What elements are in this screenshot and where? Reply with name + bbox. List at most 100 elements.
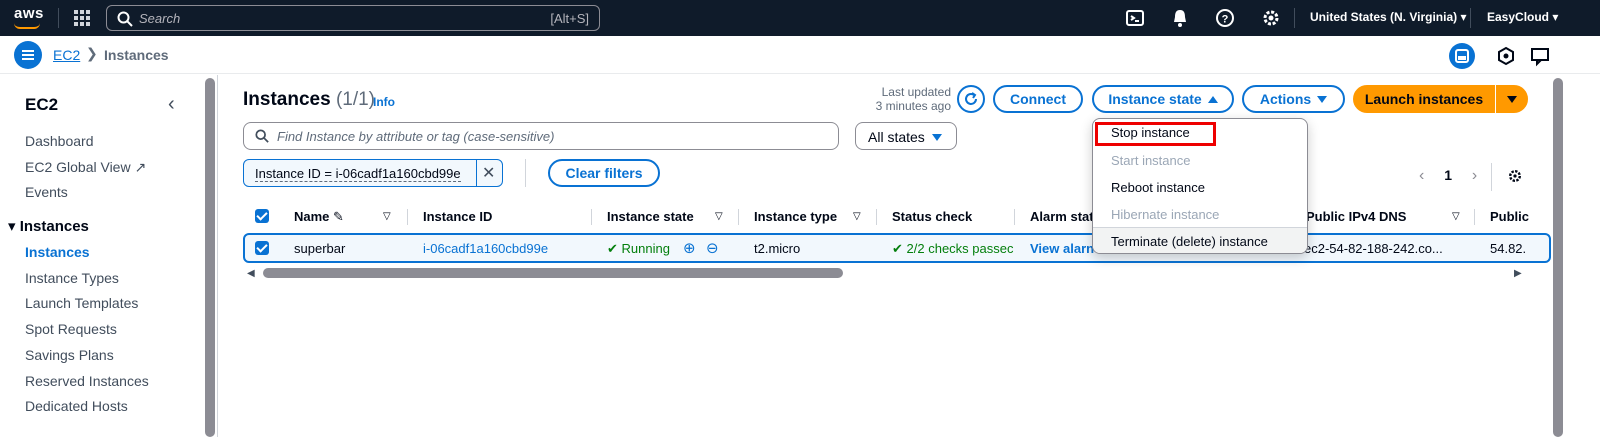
caret-down-icon: ▾ — [8, 218, 16, 235]
chevron-right-icon[interactable]: › — [1472, 167, 1477, 184]
column-header-public-dns[interactable]: Public IPv4 DNS — [1306, 209, 1406, 224]
scroll-left-arrow[interactable]: ◀ — [247, 268, 255, 279]
divider — [591, 209, 592, 225]
find-instance-input[interactable]: Find Instance by attribute or tag (case-… — [243, 122, 839, 150]
sidebar-item-global-view[interactable]: EC2 Global View ↗ — [25, 159, 146, 176]
account-menu[interactable]: EasyCloud ▾ — [1487, 10, 1558, 24]
menu-item-hibernate-instance: Hibernate instance — [1111, 207, 1220, 222]
sort-icon[interactable]: ▽ — [853, 211, 861, 222]
sidebar-item-reserved-instances[interactable]: Reserved Instances — [25, 373, 149, 389]
close-icon[interactable]: ✕ — [482, 163, 495, 183]
actions-button[interactable]: Actions — [1242, 85, 1345, 113]
global-search-input[interactable]: Search [Alt+S] — [106, 5, 600, 31]
panel-toggle-icon[interactable] — [1449, 43, 1475, 69]
table-row[interactable]: superbar i-06cadf1a160cbd99e ✔︎ Running … — [243, 233, 1551, 263]
view-alarms-link[interactable]: View alarn — [1030, 241, 1094, 256]
help-icon[interactable]: ? — [1215, 8, 1235, 28]
column-header-public-ip[interactable]: Public — [1490, 209, 1529, 224]
feedback-icon[interactable] — [1527, 43, 1553, 69]
search-icon — [117, 11, 133, 27]
page-title-text: Instances — [243, 89, 331, 110]
sidebar-item-dedicated-hosts[interactable]: Dedicated Hosts — [25, 398, 128, 414]
cell-public-dns: ec2-54-82-188-242.co... — [1304, 241, 1443, 256]
info-link[interactable]: Info — [373, 95, 395, 109]
menu-item-reboot-instance[interactable]: Reboot instance — [1111, 180, 1205, 195]
breadcrumb-ec2[interactable]: EC2 — [53, 47, 80, 63]
sidebar-item-launch-templates[interactable]: Launch Templates — [25, 295, 138, 311]
clear-filters-button[interactable]: Clear filters — [548, 159, 660, 187]
row-checkbox[interactable] — [255, 241, 269, 255]
instance-count: (1/1) — [335, 89, 376, 110]
instance-state-button[interactable]: Instance state — [1092, 85, 1234, 113]
last-updated: Last updated 3 minutes ago — [876, 85, 951, 113]
instance-id-link[interactable]: i-06cadf1a160cbd99e — [423, 241, 548, 256]
column-header-name[interactable]: Name ✎ — [294, 209, 344, 225]
menu-item-stop-instance[interactable]: Stop instance — [1111, 125, 1190, 140]
cell-instance-type: t2.micro — [754, 241, 801, 256]
sidebar-item-savings-plans[interactable]: Savings Plans — [25, 347, 114, 363]
sidebar-item-label: EC2 Global View — [25, 159, 131, 175]
column-header-alarm-status[interactable]: Alarm stat — [1030, 209, 1094, 224]
sort-icon[interactable]: ▽ — [715, 211, 723, 222]
refresh-icon — [965, 92, 977, 105]
launch-instances-button[interactable]: Launch instances — [1353, 85, 1495, 113]
actions-label: Actions — [1259, 91, 1312, 107]
filter-token-label[interactable]: Instance ID = i-06cadf1a160cbd99e — [255, 166, 461, 182]
sort-icon[interactable]: ▽ — [1452, 211, 1460, 222]
column-label: Name — [294, 209, 330, 224]
divider — [476, 160, 477, 186]
horizontal-scrollbar[interactable] — [263, 268, 843, 278]
sidebar-item-instance-types[interactable]: Instance Types — [25, 270, 119, 286]
last-updated-value: 3 minutes ago — [875, 99, 951, 113]
sidebar: EC2 ‹ Dashboard EC2 Global View ↗ Events… — [0, 75, 218, 437]
gear-icon[interactable] — [1261, 8, 1281, 28]
divider — [58, 8, 59, 28]
column-header-instance-state[interactable]: Instance state — [607, 209, 694, 224]
zoom-out-icon[interactable]: ⊖ — [706, 239, 719, 257]
top-navigation: aws Search [Alt+S] ? United States (N. V… — [0, 0, 1600, 36]
find-placeholder: Find Instance by attribute or tag (case-… — [277, 129, 555, 144]
svg-text:?: ? — [1222, 14, 1229, 26]
refresh-button[interactable] — [957, 85, 985, 113]
sidebar-item-dashboard[interactable]: Dashboard — [25, 133, 94, 149]
chevron-left-icon[interactable]: ‹ — [168, 93, 175, 116]
filter-token[interactable]: Instance ID = i-06cadf1a160cbd99e ✕ — [243, 159, 503, 187]
zoom-in-icon[interactable]: ⊕ — [683, 239, 696, 257]
sort-icon[interactable]: ▽ — [383, 211, 391, 222]
sidebar-section-instances[interactable]: ▾ Instances — [8, 217, 89, 235]
page-title: Instances (1/1) — [243, 89, 375, 111]
launch-dropdown-button[interactable] — [1496, 85, 1528, 113]
menu-item-terminate-instance[interactable]: Terminate (delete) instance — [1111, 234, 1268, 249]
cell-status-check: ✔︎ 2/2 checks passec — [892, 241, 1016, 257]
column-header-instance-id[interactable]: Instance ID — [423, 209, 492, 224]
states-select[interactable]: All states — [855, 122, 957, 150]
region-selector[interactable]: United States (N. Virginia) ▾ — [1310, 10, 1467, 24]
column-header-status-check[interactable]: Status check — [892, 209, 972, 224]
bell-icon[interactable] — [1170, 8, 1190, 28]
menu-icon[interactable] — [14, 41, 42, 69]
page-number[interactable]: 1 — [1444, 167, 1452, 183]
chevron-left-icon[interactable]: ‹ — [1419, 167, 1424, 184]
sidebar-scrollbar[interactable] — [205, 78, 215, 437]
page-scrollbar[interactable] — [1553, 78, 1563, 437]
select-all-checkbox[interactable] — [255, 209, 269, 223]
divider — [407, 209, 408, 225]
sidebar-section-label: Instances — [19, 218, 89, 235]
gear-icon[interactable] — [1507, 168, 1523, 184]
cloudshell-icon[interactable] — [1125, 8, 1145, 28]
cell-name: superbar — [294, 241, 346, 256]
scroll-right-arrow[interactable]: ▶ — [1514, 268, 1522, 279]
search-shortcut: [Alt+S] — [550, 11, 589, 26]
apps-grid-icon[interactable] — [74, 10, 90, 26]
check-circle-icon: ✔︎ — [607, 241, 618, 256]
caret-down-icon — [1317, 95, 1328, 103]
sidebar-item-instances[interactable]: Instances — [25, 244, 90, 260]
aws-logo[interactable]: aws — [14, 5, 44, 22]
status-text: 2/2 checks passec — [906, 241, 1014, 256]
divider — [1294, 8, 1295, 28]
sidebar-item-events[interactable]: Events — [25, 184, 68, 200]
column-header-instance-type[interactable]: Instance type — [754, 209, 837, 224]
settings-hex-icon[interactable] — [1493, 43, 1519, 69]
connect-button[interactable]: Connect — [993, 85, 1083, 113]
sidebar-item-spot-requests[interactable]: Spot Requests — [25, 321, 117, 337]
